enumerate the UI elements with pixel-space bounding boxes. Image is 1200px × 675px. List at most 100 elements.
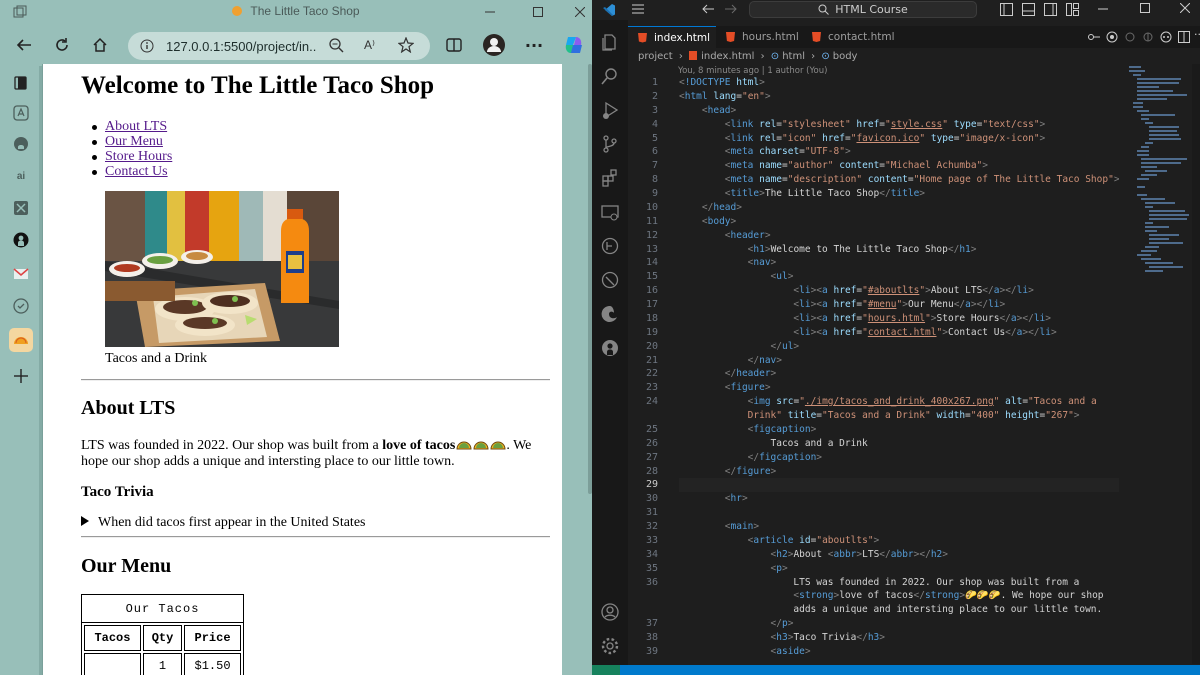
taco-emoji-icon bbox=[456, 437, 472, 451]
back-button[interactable] bbox=[8, 26, 40, 64]
code-line: <ul> bbox=[770, 271, 794, 283]
search-icon[interactable] bbox=[598, 64, 622, 88]
taco-app-icon[interactable] bbox=[9, 328, 33, 352]
line-number: 28 bbox=[645, 465, 658, 477]
nav-forward-arrow-icon[interactable] bbox=[725, 4, 737, 14]
ai-icon[interactable]: ai bbox=[9, 164, 33, 188]
github-dark-icon[interactable] bbox=[9, 228, 33, 252]
code-line: <title>The Little Taco Shop</title> bbox=[724, 188, 926, 199]
code-line: </p> bbox=[770, 618, 794, 630]
extensions-icon[interactable] bbox=[598, 166, 622, 190]
check-circle-icon[interactable] bbox=[9, 294, 33, 318]
tab-index-html[interactable]: index.html bbox=[628, 26, 716, 48]
toggle-panel-icon[interactable] bbox=[1022, 3, 1035, 16]
site-nav: About LTS Our Menu Store Hours Contact U… bbox=[91, 119, 172, 179]
codelens-blame[interactable]: You, 8 minutes ago | 1 author (You) bbox=[678, 66, 827, 76]
add-icon[interactable] bbox=[9, 364, 33, 388]
code-line: <h3>Taco Trivia</h3> bbox=[770, 632, 885, 643]
minimap[interactable] bbox=[1127, 64, 1191, 284]
taco-emoji-icon bbox=[490, 437, 506, 451]
github-icon[interactable] bbox=[9, 132, 33, 156]
profile-avatar[interactable] bbox=[478, 26, 510, 64]
source-control-icon[interactable] bbox=[598, 132, 622, 156]
x-twitter-icon[interactable] bbox=[9, 196, 33, 220]
page-title: Welcome to The Little Taco Shop bbox=[81, 72, 435, 99]
nav-link-hours[interactable]: Store Hours bbox=[105, 149, 172, 164]
menu-heading: Our Menu bbox=[81, 555, 172, 577]
menu-hamburger-icon[interactable] bbox=[632, 4, 644, 14]
language-translator-icon[interactable] bbox=[9, 101, 33, 125]
trivia-details-summary[interactable]: When did tacos first appear in the Unite… bbox=[81, 515, 365, 531]
toggle-sidebar-icon[interactable] bbox=[1000, 3, 1013, 16]
code-line: </figcaption> bbox=[747, 451, 823, 463]
line-number: 9 bbox=[651, 188, 658, 199]
toggle-preview-icon[interactable] bbox=[1124, 31, 1136, 43]
vscode-window: HTML Course index.html hours.html contac… bbox=[592, 0, 1200, 675]
split-editor-icon[interactable] bbox=[1178, 31, 1190, 43]
gmail-icon[interactable] bbox=[9, 262, 33, 286]
page-scrollbar[interactable] bbox=[562, 64, 592, 675]
home-button[interactable] bbox=[84, 26, 116, 64]
vs-close-icon[interactable] bbox=[1180, 3, 1190, 13]
toggle-secondary-sidebar-icon[interactable] bbox=[1044, 3, 1057, 16]
refresh-button[interactable] bbox=[46, 26, 78, 64]
line-number: 13 bbox=[645, 243, 658, 255]
accounts-icon[interactable] bbox=[598, 600, 622, 624]
breadcrumb-item[interactable]: project bbox=[638, 51, 673, 62]
github-icon[interactable] bbox=[598, 336, 622, 360]
line-number: 29 bbox=[645, 479, 658, 491]
close-icon[interactable] bbox=[568, 0, 592, 24]
nav-item: Our Menu bbox=[91, 134, 172, 149]
code-line: <figcaption> bbox=[747, 423, 817, 435]
more-actions-icon[interactable]: ··· bbox=[1194, 28, 1200, 41]
code-line: <main> bbox=[724, 521, 760, 532]
remote-indicator[interactable] bbox=[592, 665, 620, 675]
zoom-icon[interactable] bbox=[328, 37, 344, 53]
nav-back-arrow-icon[interactable] bbox=[702, 4, 714, 14]
more-options-icon[interactable]: ··· bbox=[518, 26, 550, 64]
vs-maximize-icon[interactable] bbox=[1140, 3, 1150, 13]
read-aloud-icon[interactable]: A⁾ bbox=[364, 38, 375, 52]
split-screen-icon[interactable] bbox=[438, 26, 470, 64]
address-bar[interactable]: 127.0.0.1:5500/project/in... A⁾ bbox=[128, 32, 430, 60]
customize-layout-icon[interactable] bbox=[1066, 3, 1079, 16]
nav-link-about[interactable]: About LTS bbox=[105, 119, 167, 134]
compare-changes-icon[interactable] bbox=[1088, 31, 1100, 43]
activity-bar bbox=[592, 20, 628, 665]
favorite-star-icon[interactable] bbox=[398, 37, 414, 53]
site-info-icon[interactable] bbox=[140, 39, 154, 53]
command-center-search[interactable]: HTML Course bbox=[749, 1, 977, 18]
breadcrumb-item[interactable]: html bbox=[782, 51, 805, 62]
testing-icon[interactable] bbox=[598, 268, 622, 292]
tab-actions-icon[interactable] bbox=[9, 71, 33, 95]
run-debug-icon[interactable] bbox=[598, 98, 622, 122]
vs-minimize-icon[interactable] bbox=[1098, 4, 1108, 14]
code-line: <figure> bbox=[724, 382, 771, 394]
nav-link-menu[interactable]: Our Menu bbox=[105, 134, 163, 149]
nav-link-contact[interactable]: Contact Us bbox=[105, 164, 168, 179]
line-number: 6 bbox=[651, 146, 658, 158]
tab-hours-html[interactable]: hours.html bbox=[716, 26, 802, 48]
remote-explorer-icon[interactable] bbox=[598, 200, 622, 224]
breadcrumb-item[interactable]: body bbox=[833, 51, 858, 62]
copilot-chat-icon[interactable] bbox=[1160, 31, 1172, 43]
line-number: 12 bbox=[645, 229, 658, 241]
minimize-icon[interactable] bbox=[478, 0, 502, 24]
copilot-icon[interactable] bbox=[558, 26, 590, 64]
git-graph-icon[interactable] bbox=[598, 234, 622, 258]
code-line: </nav> bbox=[747, 354, 782, 366]
breadcrumb-item[interactable]: index.html bbox=[701, 51, 754, 62]
code-line: <img src="./img/tacos_and_drink_400x267.… bbox=[747, 396, 1097, 408]
code-editor[interactable]: <!DOCTYPE html> <html lang="en"> <head> … bbox=[679, 76, 1119, 659]
go-live-icon[interactable] bbox=[1106, 31, 1118, 43]
nav-item: Store Hours bbox=[91, 149, 172, 164]
maximize-icon[interactable] bbox=[526, 0, 550, 24]
explorer-icon[interactable] bbox=[598, 30, 622, 54]
disclosure-triangle-icon[interactable] bbox=[81, 516, 89, 526]
url-text[interactable]: 127.0.0.1:5500/project/in... bbox=[166, 39, 316, 54]
settings-gear-icon[interactable] bbox=[598, 634, 622, 658]
editor-scrollbar[interactable] bbox=[1192, 64, 1200, 664]
edge-devtools-icon[interactable] bbox=[598, 302, 622, 326]
open-changes-icon[interactable] bbox=[1142, 31, 1154, 43]
tab-contact-html[interactable]: contact.html bbox=[802, 26, 898, 48]
